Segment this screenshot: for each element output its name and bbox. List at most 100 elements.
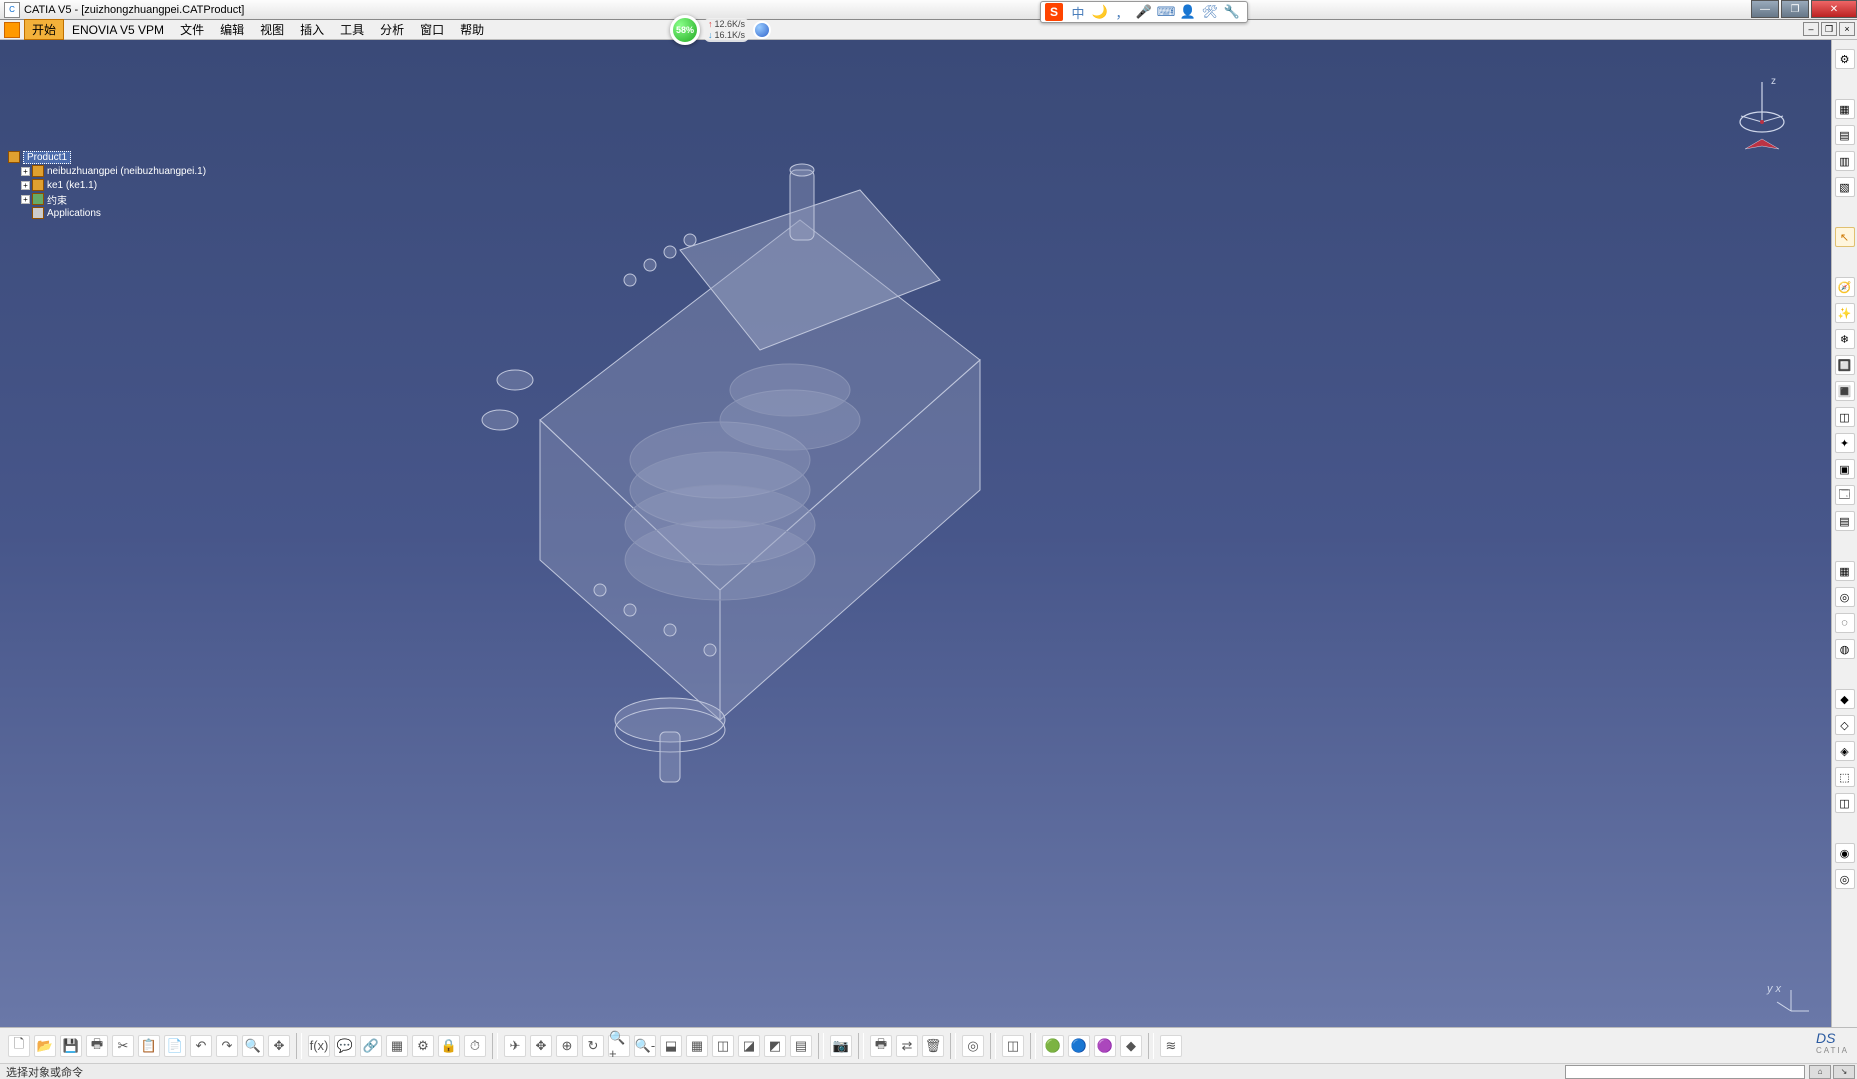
tree-node[interactable]: +neibuzhuangpei (neibuzhuangpei.1) [21, 164, 206, 178]
tool-button[interactable]: ⬚ [1835, 767, 1855, 787]
link-button[interactable]: 🔗 [360, 1035, 382, 1057]
mdi-minimize-button[interactable]: – [1803, 22, 1819, 36]
ime-wrench-icon[interactable]: 🔧 [1223, 3, 1241, 21]
ime-mic-icon[interactable]: 🎤 [1135, 3, 1153, 21]
comment-button[interactable]: 💬 [334, 1035, 356, 1057]
timer-button[interactable]: ⏱ [464, 1035, 486, 1057]
save-button[interactable]: 💾 [60, 1035, 82, 1057]
tool-button[interactable]: ▥ [1835, 151, 1855, 171]
menu-start[interactable]: 开始 [24, 19, 64, 40]
open-button[interactable]: 📂 [34, 1035, 56, 1057]
target-button[interactable]: ◎ [962, 1035, 984, 1057]
undo-button[interactable]: ↶ [190, 1035, 212, 1057]
net-accelerator-icon[interactable] [753, 21, 771, 39]
expand-icon[interactable]: + [21, 181, 30, 190]
find-button[interactable]: 🔍 [242, 1035, 264, 1057]
formula-button[interactable]: f(x) [308, 1035, 330, 1057]
mechanism-button[interactable]: ⚙ [412, 1035, 434, 1057]
menu-insert[interactable]: 插入 [292, 19, 332, 40]
tool-button[interactable]: ▤ [1835, 125, 1855, 145]
ime-moon-icon[interactable]: 🌙 [1091, 3, 1109, 21]
cut-button[interactable]: ✂ [112, 1035, 134, 1057]
layers-button[interactable]: ◫ [1002, 1035, 1024, 1057]
ime-keyboard-icon[interactable]: ⌨ [1157, 3, 1175, 21]
tool-button[interactable]: ◍ [1835, 639, 1855, 659]
tool-button[interactable]: ▤ [1835, 511, 1855, 531]
tree-root-node[interactable]: Product1 [8, 150, 206, 164]
command-input[interactable] [1565, 1065, 1805, 1079]
tool-button[interactable]: ◎ [1835, 869, 1855, 889]
tool-button[interactable]: 🔲 [1835, 355, 1855, 375]
menu-window[interactable]: 窗口 [412, 19, 452, 40]
swap-button[interactable]: ⇄ [896, 1035, 918, 1057]
ime-user-icon[interactable]: 👤 [1179, 3, 1197, 21]
spec-tree[interactable]: Product1 +neibuzhuangpei (neibuzhuangpei… [8, 150, 206, 220]
ime-logo-icon[interactable]: S [1045, 3, 1063, 21]
rotate-button[interactable]: ↻ [582, 1035, 604, 1057]
tool-button[interactable]: ▦ [1835, 561, 1855, 581]
tool-button[interactable]: ◫ [1835, 407, 1855, 427]
normal-view-button[interactable]: ⬓ [660, 1035, 682, 1057]
wireframe-button[interactable]: ▤ [790, 1035, 812, 1057]
window-close-button[interactable]: ✕ [1811, 0, 1857, 18]
select-arrow-button[interactable]: ↖ [1835, 227, 1855, 247]
tool-button[interactable]: ▦ [1835, 99, 1855, 119]
fit-button[interactable]: ✥ [530, 1035, 552, 1057]
window-minimize-button[interactable]: — [1751, 0, 1779, 18]
mdi-close-button[interactable]: × [1839, 22, 1855, 36]
material-purple-button[interactable]: 🟣 [1094, 1035, 1116, 1057]
ime-punct-icon[interactable]: ， [1113, 3, 1131, 21]
tool-button[interactable]: ▧ [1835, 177, 1855, 197]
redo-button[interactable]: ↷ [216, 1035, 238, 1057]
menu-file[interactable]: 文件 [172, 19, 212, 40]
zoom-out-button[interactable]: 🔍- [634, 1035, 656, 1057]
tool-button[interactable]: ◇ [1835, 715, 1855, 735]
menu-view[interactable]: 视图 [252, 19, 292, 40]
tool-button[interactable]: ◈ [1835, 741, 1855, 761]
paste-button[interactable]: 📄 [164, 1035, 186, 1057]
tool-button[interactable]: ◫ [1835, 793, 1855, 813]
tool-button[interactable]: ◌ [1835, 613, 1855, 633]
cpu-percent-badge[interactable]: 58% [670, 15, 700, 45]
tool-button[interactable]: 🧭 [1835, 277, 1855, 297]
document-icon[interactable] [4, 22, 20, 38]
tool-button[interactable]: ✦ [1835, 433, 1855, 453]
shading-edges-button[interactable]: ◩ [764, 1035, 786, 1057]
pan-button[interactable]: ⊕ [556, 1035, 578, 1057]
ime-tool-icon[interactable]: 🛠 [1201, 3, 1219, 21]
tool-button[interactable]: ✨ [1835, 303, 1855, 323]
mdi-restore-button[interactable]: ❐ [1821, 22, 1837, 36]
quick-print-button[interactable]: 🖶 [870, 1035, 892, 1057]
window-maximize-button[interactable]: ❐ [1781, 0, 1809, 18]
menu-help[interactable]: 帮助 [452, 19, 492, 40]
fly-button[interactable]: ✈ [504, 1035, 526, 1057]
menu-analyze[interactable]: 分析 [372, 19, 412, 40]
tool-button[interactable]: ▣ [1835, 459, 1855, 479]
menu-enovia[interactable]: ENOVIA V5 VPM [64, 21, 172, 39]
material-blue-button[interactable]: 🔵 [1068, 1035, 1090, 1057]
shading-button[interactable]: ◪ [738, 1035, 760, 1057]
menu-tools[interactable]: 工具 [332, 19, 372, 40]
tool-button[interactable]: ⚙ [1835, 49, 1855, 69]
3d-model[interactable] [420, 160, 1040, 800]
print-button[interactable]: 🖶 [86, 1035, 108, 1057]
zoom-in-button[interactable]: 🔍+ [608, 1035, 630, 1057]
tool-button[interactable]: ◉ [1835, 843, 1855, 863]
tool-button[interactable]: 🔳 [1835, 381, 1855, 401]
multi-view-button[interactable]: ▦ [686, 1035, 708, 1057]
3d-viewport[interactable]: Product1 +neibuzhuangpei (neibuzhuangpei… [0, 40, 1857, 1027]
table-button[interactable]: ▦ [386, 1035, 408, 1057]
tool-button[interactable]: ◆ [1835, 689, 1855, 709]
expand-icon[interactable]: + [21, 195, 30, 204]
copy-button[interactable]: 📋 [138, 1035, 160, 1057]
tree-node[interactable]: +ke1 (ke1.1) [21, 178, 206, 192]
view-compass[interactable]: z [1727, 74, 1797, 164]
analysis-button[interactable]: ≋ [1160, 1035, 1182, 1057]
status-button-2[interactable]: ↘ [1833, 1065, 1855, 1079]
material-green-button[interactable]: 🟢 [1042, 1035, 1064, 1057]
network-monitor-widget[interactable]: 58% 12.6K/s 16.1K/s [670, 16, 771, 44]
tree-node[interactable]: Applications [21, 206, 206, 220]
capture-button[interactable]: 📷 [830, 1035, 852, 1057]
tool-button[interactable]: 🗔 [1835, 485, 1855, 505]
new-button[interactable]: 🗋 [8, 1035, 30, 1057]
